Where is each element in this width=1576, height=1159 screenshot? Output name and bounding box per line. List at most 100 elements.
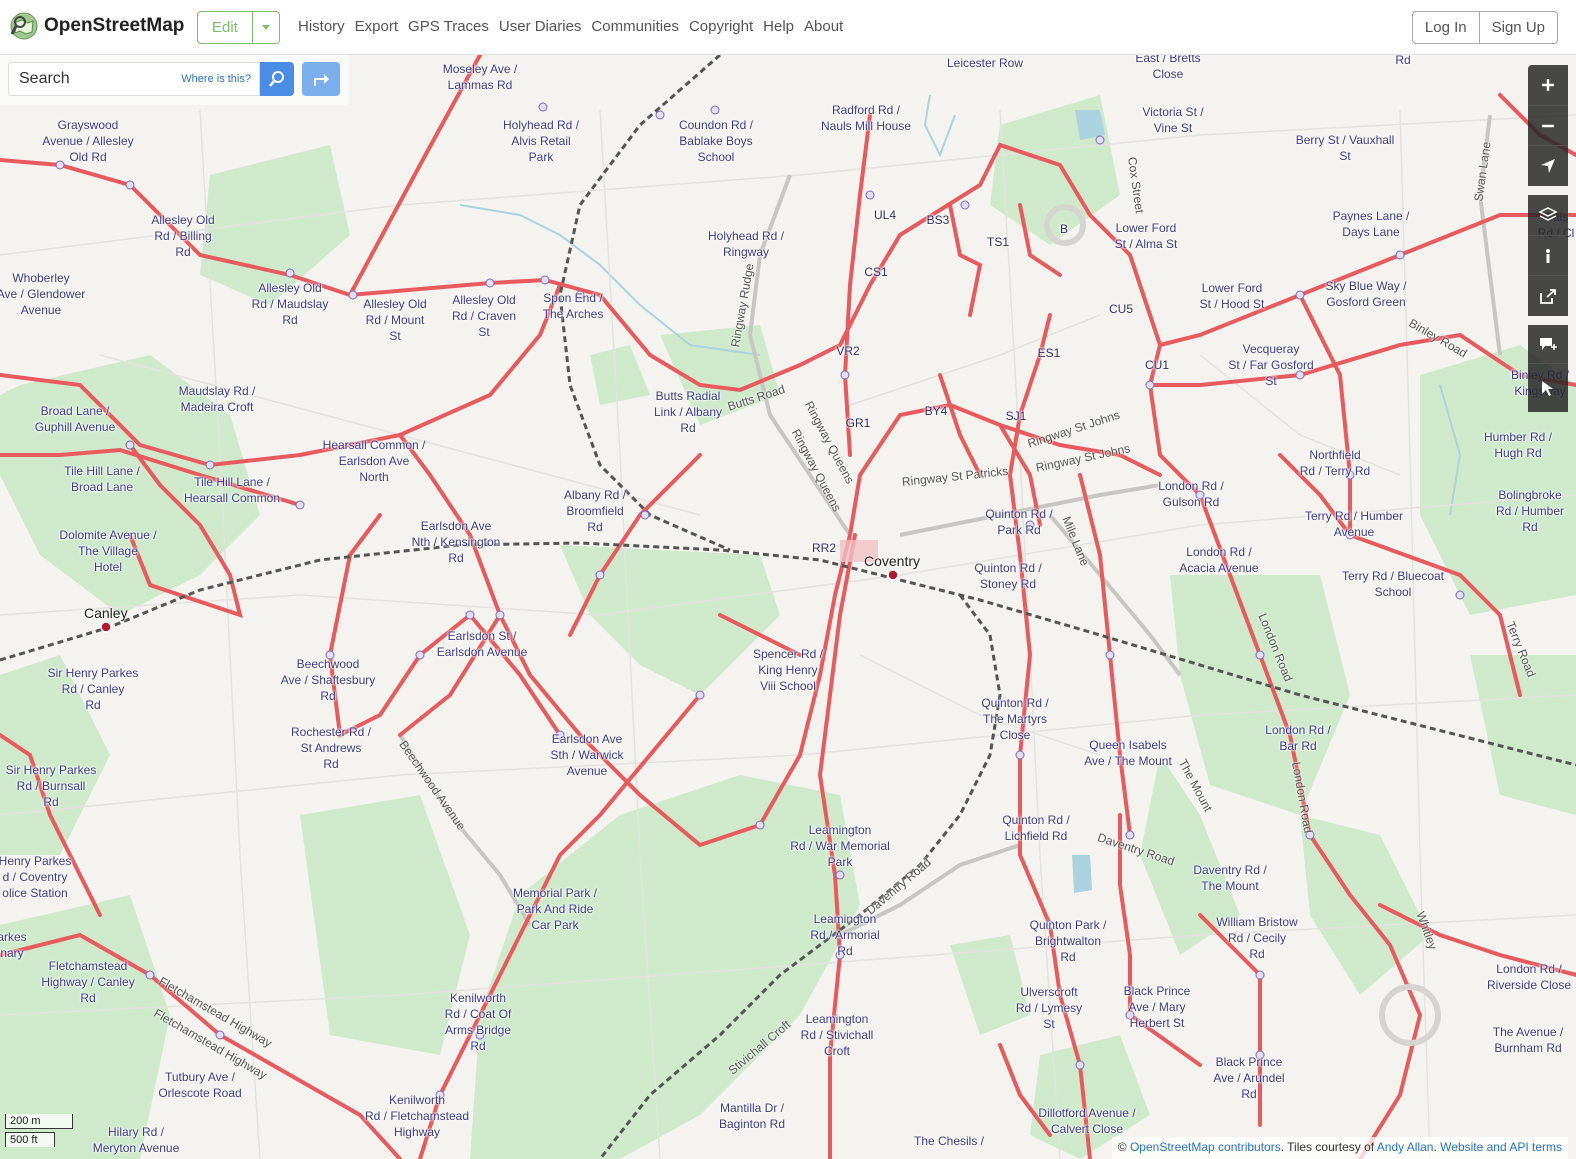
bus-stop-label[interactable]: Rd (1395, 55, 1410, 68)
locate-button[interactable] (1528, 145, 1568, 186)
map-key-button[interactable] (1528, 235, 1568, 276)
nav-copyright[interactable]: Copyright (689, 18, 753, 35)
bus-stop-label[interactable]: William Bristow Rd / Cecily Rd (1216, 914, 1297, 962)
bus-stop-label[interactable]: Holyhead Rd / Ringway (708, 228, 784, 260)
login-button[interactable]: Log In (1411, 11, 1480, 44)
bus-stop-label[interactable]: Victoria St / Vine St (1142, 104, 1203, 136)
bus-stop-label[interactable]: Humber Rd / Hugh Rd (1484, 429, 1552, 461)
zoom-in-button[interactable] (1528, 65, 1568, 105)
signup-button[interactable]: Sign Up (1479, 11, 1558, 44)
bus-stop-label[interactable]: arkes nary (0, 929, 27, 961)
route-code-label[interactable]: CU5 (1109, 301, 1133, 317)
route-code-label[interactable]: B (1060, 221, 1068, 237)
route-code-label[interactable]: BY4 (925, 403, 948, 419)
bus-stop-label[interactable]: Ulverscroft Rd / Lymesy St (1016, 984, 1082, 1032)
search-button[interactable] (260, 62, 294, 96)
bus-stop-label[interactable]: Fletchamstead Highway / Canley Rd (41, 958, 134, 1006)
bus-stop-label[interactable]: Earlsdon St / Earlsdon Avenue (437, 628, 528, 660)
nav-help[interactable]: Help (763, 18, 794, 35)
bus-stop-label[interactable]: East / Bretts Close (1135, 55, 1200, 82)
bus-stop-label[interactable]: Henry Parkes d / Coventry olice Station (0, 853, 71, 901)
bus-stop-label[interactable]: Allesley Old Rd / Mount St (363, 296, 426, 344)
bus-stop-label[interactable]: Quinton Park / Brightwalton Rd (1030, 917, 1107, 965)
bus-stop-label[interactable]: Lower Ford St / Hood St (1200, 280, 1265, 312)
bus-stop-label[interactable]: Terry Rd / Humber Avenue (1305, 508, 1403, 540)
bus-stop-label[interactable]: Albany Rd / Broomfield Rd (564, 487, 626, 535)
bus-stop-label[interactable]: Queen Isabels Ave / The Mount (1084, 737, 1172, 769)
bus-stop-label[interactable]: Dolomite Avenue / The Village Hotel (59, 527, 156, 575)
nav-gps-traces[interactable]: GPS Traces (408, 18, 489, 35)
bus-stop-label[interactable]: Quinton Rd / Stoney Rd (974, 560, 1041, 592)
bus-stop-label[interactable]: Earlsdon Ave Sth / Warwick Avenue (551, 731, 624, 779)
bus-stop-label[interactable]: Mantilla Dr / Baginton Rd (719, 1100, 785, 1132)
edit-dropdown-button[interactable] (252, 11, 280, 44)
bus-stop-label[interactable]: Allesley Old Rd / Billing Rd (151, 212, 214, 260)
bus-stop-label[interactable]: Dillotford Avenue / Calvert Close (1038, 1105, 1135, 1137)
route-code-label[interactable]: UL4 (874, 207, 896, 223)
bus-stop-label[interactable]: Quinton Rd / The Martyrs Close (981, 695, 1048, 743)
layers-button[interactable] (1528, 195, 1568, 235)
bus-stop-label[interactable]: The Chesils / (914, 1133, 984, 1149)
share-button[interactable] (1528, 275, 1568, 316)
route-code-label[interactable]: VR2 (836, 343, 859, 359)
bus-stop-label[interactable]: London Rd / Riverside Close (1487, 961, 1571, 993)
directions-button[interactable] (302, 62, 340, 96)
bus-stop-label[interactable]: London Rd / Acacia Avenue (1179, 544, 1258, 576)
bus-stop-label[interactable]: Leamington Rd / Stivichall Croft (801, 1011, 874, 1059)
bus-stop-label[interactable]: Spencer Rd / King Henry Viii School (753, 646, 823, 694)
bus-stop-label[interactable]: Terry Rd / Bluecoat School (1342, 568, 1444, 600)
bus-stop-label[interactable]: Tutbury Ave / Orlescote Road (158, 1069, 241, 1101)
nav-export[interactable]: Export (355, 18, 398, 35)
bus-stop-label[interactable]: Rochester Rd / St Andrews Rd (291, 724, 371, 772)
bus-stop-label[interactable]: Allesley Old Rd / Maudslay Rd (252, 280, 329, 328)
nav-user-diaries[interactable]: User Diaries (499, 18, 582, 35)
bus-stop-label[interactable]: Radford Rd / Nauls Mill House (821, 102, 911, 134)
bus-stop-label[interactable]: Whoberley Ave / Glendower Avenue (0, 270, 85, 318)
route-code-label[interactable]: TS1 (987, 234, 1009, 250)
bus-stop-label[interactable]: Leicester Row (947, 55, 1023, 71)
bus-stop-label[interactable]: Bolingbroke Rd / Humber Rd (1496, 487, 1564, 535)
station-label-canley[interactable]: Canley (84, 605, 128, 621)
bus-stop-label[interactable]: Allesley Old Rd / Craven St (452, 292, 516, 340)
route-code-label[interactable]: SJ1 (1006, 408, 1027, 424)
bus-stop-label[interactable]: Coundon Rd / Bablake Boys School (679, 117, 753, 165)
bus-stop-label[interactable]: Quinton Rd / Park Rd (985, 506, 1052, 538)
bus-stop-label[interactable]: Tile Hill Lane / Hearsall Common (184, 474, 280, 506)
bus-stop-label[interactable]: Kenilworth Rd / Coat Of Arms Bridge Rd (445, 990, 512, 1054)
bus-stop-label[interactable]: Northfield Rd / Terry Rd (1300, 447, 1370, 479)
bus-stop-label[interactable]: Sky Blue Way / Gosford Green (1326, 278, 1407, 310)
bus-stop-label[interactable]: Daventry Rd / The Mount (1193, 862, 1266, 894)
edit-button[interactable]: Edit (197, 11, 253, 44)
bus-stop-label[interactable]: The Avenue / Burnham Rd (1493, 1024, 1564, 1056)
bus-stop-label[interactable]: Hearsall Common / Earlsdon Ave North (323, 437, 426, 485)
bus-stop-label[interactable]: Beechwood Ave / Shaftesbury Rd (281, 656, 376, 704)
bus-stop-label[interactable]: Butts Radial Link / Albany Rd (654, 388, 722, 436)
where-is-this-link[interactable]: Where is this? (181, 73, 251, 85)
search-input[interactable] (17, 69, 181, 89)
route-code-label[interactable]: BS3 (927, 212, 950, 228)
tiles-author-link[interactable]: Andy Allan (1377, 1140, 1434, 1154)
bus-stop-label[interactable]: Sir Henry Parkes Rd / Burnsall Rd (6, 762, 97, 810)
terms-link[interactable]: Website and API terms (1440, 1140, 1562, 1154)
site-logo[interactable]: OpenStreetMap (10, 12, 184, 40)
bus-stop-label[interactable]: Vecqueray St / Far Gosford St (1228, 341, 1313, 389)
bus-stop-label[interactable]: London Rd / Gulson Rd (1158, 478, 1223, 510)
bus-stop-label[interactable]: Tile Hill Lane / Broad Lane (64, 463, 140, 495)
nav-history[interactable]: History (298, 18, 345, 35)
route-code-label[interactable]: CU1 (1145, 357, 1169, 373)
bus-stop-label[interactable]: Holyhead Rd / Alvis Retail Park (503, 117, 579, 165)
bus-stop-label[interactable]: Lower Ford St / Alma St (1115, 220, 1178, 252)
bus-stop-label[interactable]: Earlsdon Ave Nth / Kensington Rd (412, 518, 501, 566)
station-label-coventry[interactable]: Coventry (864, 553, 920, 569)
bus-stop-label[interactable]: Spon End / The Arches (543, 290, 604, 322)
bus-stop-label[interactable]: Memorial Park / Park And Ride Car Park (513, 885, 597, 933)
bus-stop-label[interactable]: Maudslay Rd / Madeira Croft (179, 383, 256, 415)
zoom-out-button[interactable] (1528, 105, 1568, 146)
bus-stop-label[interactable]: Leamington Rd / War Memorial Park (790, 822, 890, 870)
bus-stop-label[interactable]: Hilary Rd / Meryton Avenue (93, 1124, 180, 1156)
bus-stop-label[interactable]: Leamington Rd / Armorial Rd (810, 911, 879, 959)
bus-stop-label[interactable]: Berry St / Vauxhall St (1296, 132, 1394, 164)
nav-communities[interactable]: Communities (591, 18, 679, 35)
route-code-label[interactable]: CS1 (864, 264, 887, 280)
query-features-button[interactable] (1528, 363, 1568, 412)
